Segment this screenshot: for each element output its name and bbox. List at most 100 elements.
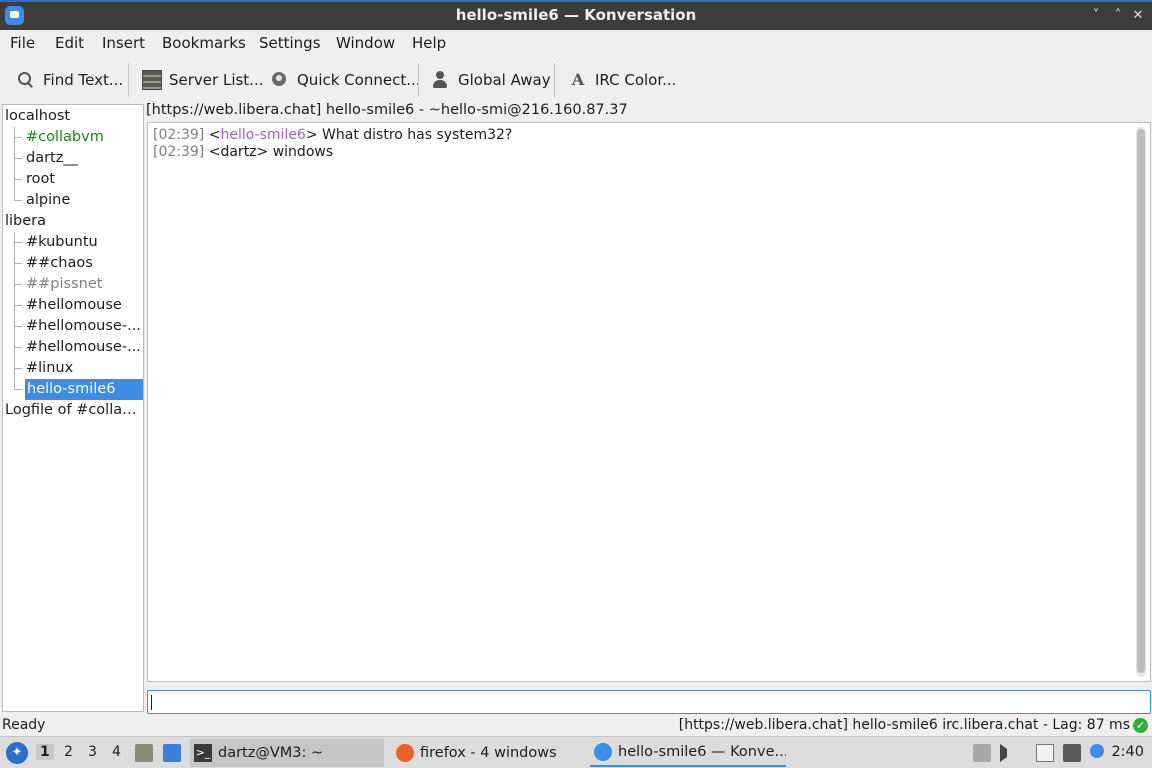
- tree-query-hello-smile6[interactable]: hello-smile6: [25, 379, 143, 400]
- toolbar: Find Text... Server List... Quick Connec…: [0, 60, 1152, 100]
- message-text: windows: [268, 144, 334, 160]
- notification-icon[interactable]: [1090, 744, 1104, 758]
- window-title: hello-smile6 — Konversation: [455, 6, 697, 24]
- tree-branch-line: [14, 305, 22, 306]
- tree-branch-line: [14, 137, 22, 138]
- font-color-icon: A: [571, 70, 585, 89]
- tree-query-dartz[interactable]: dartz__: [25, 148, 141, 169]
- chat-scrollbar[interactable]: [1136, 127, 1146, 677]
- status-bar: Ready [https://web.libera.chat] hello-sm…: [0, 716, 1152, 736]
- search-icon: [16, 70, 36, 90]
- menu-insert[interactable]: Insert: [102, 34, 145, 52]
- tree-server-localhost[interactable]: localhost: [5, 106, 141, 127]
- volume-icon[interactable]: [1000, 744, 1007, 762]
- tree-channel-linux[interactable]: #linux: [25, 358, 141, 379]
- tree-branch-line: [14, 263, 22, 264]
- server-list-button[interactable]: Server List...: [142, 66, 263, 94]
- toolbar-separator: [128, 63, 129, 97]
- tree-branch-line: [14, 200, 22, 201]
- workspace-3[interactable]: 3: [88, 744, 97, 760]
- workspace-2[interactable]: 2: [64, 744, 73, 760]
- topic-line: [https://web.libera.chat] hello-smile6 -…: [146, 102, 628, 118]
- tree-server-libera[interactable]: libera: [5, 211, 141, 232]
- tree-query-root[interactable]: root: [25, 169, 141, 190]
- tree-channel-hellomouse[interactable]: #hellomouse: [25, 295, 141, 316]
- message-nick[interactable]: hello-smile6: [220, 127, 305, 143]
- server-icon: [142, 70, 162, 90]
- toolbar-separator: [418, 63, 419, 97]
- task-firefox-label: firefox - 4 windows: [420, 745, 557, 761]
- find-text-label: Find Text...: [43, 71, 124, 89]
- chat-message: [02:39] <dartz> windows: [153, 144, 333, 160]
- tree-channel-chaos[interactable]: ##chaos: [25, 253, 141, 274]
- menu-help[interactable]: Help: [412, 34, 446, 52]
- tree-channel-collabvm[interactable]: #collabvm: [25, 127, 141, 148]
- clock[interactable]: 2:40: [1111, 744, 1144, 760]
- globe-icon: [270, 70, 290, 90]
- scrollbar-thumb[interactable]: [1137, 129, 1145, 673]
- tree-branch-line: [14, 284, 22, 285]
- start-menu-icon[interactable]: ✦: [6, 742, 28, 764]
- text-caret: [151, 695, 152, 710]
- taskbar: ✦ 1 2 3 4 >_ dartz@VM3: ~ firefox - 4 wi…: [0, 736, 1152, 768]
- tree-branch-line: [14, 179, 22, 180]
- message-input[interactable]: [147, 690, 1151, 714]
- menu-bar: File Edit Insert Bookmarks Settings Wind…: [0, 30, 1152, 56]
- nick-close-bracket: >: [256, 144, 269, 160]
- irc-color-button[interactable]: A IRC Color...: [568, 66, 677, 94]
- message-text: What distro has system32?: [317, 127, 513, 143]
- menu-settings[interactable]: Settings: [259, 34, 321, 52]
- menu-edit[interactable]: Edit: [55, 34, 84, 52]
- task-terminal-label: dartz@VM3: ~: [218, 745, 324, 761]
- tree-branch-line: [14, 158, 22, 159]
- menu-window[interactable]: Window: [336, 34, 395, 52]
- nick-close-bracket: >: [305, 127, 318, 143]
- server-channel-tree[interactable]: localhost #collabvm dartz__ root alpine …: [2, 104, 144, 712]
- clipboard-icon[interactable]: [973, 744, 991, 762]
- show-desktop-icon[interactable]: [163, 744, 181, 762]
- chat-message: [02:39] <hello-smile6> What distro has s…: [153, 127, 512, 143]
- task-terminal[interactable]: >_ dartz@VM3: ~: [190, 739, 384, 767]
- tree-branch-line: [14, 127, 15, 201]
- quick-connect-button[interactable]: Quick Connect...: [270, 66, 421, 94]
- chat-view[interactable]: [02:39] <hello-smile6> What distro has s…: [147, 122, 1151, 682]
- tree-branch-line: [14, 347, 22, 348]
- tree-branch-line: [14, 242, 22, 243]
- maximize-button[interactable]: ˄: [1108, 5, 1128, 27]
- user-away-icon: [431, 70, 451, 90]
- workspace-1[interactable]: 1: [36, 744, 54, 760]
- find-text-button[interactable]: Find Text...: [16, 66, 123, 94]
- firefox-icon: [396, 744, 414, 762]
- minimize-button[interactable]: ˅: [1086, 5, 1106, 27]
- notes-icon[interactable]: [1036, 744, 1054, 762]
- status-ready: Ready: [2, 717, 46, 733]
- status-connection-info: [https://web.libera.chat] hello-smile6 i…: [678, 717, 1130, 733]
- message-nick[interactable]: dartz: [220, 144, 256, 160]
- task-konversation-label: hello-smile6 — Konve...: [618, 744, 786, 760]
- message-timestamp: [02:39]: [153, 144, 205, 160]
- irc-color-label: IRC Color...: [595, 71, 677, 89]
- menu-file[interactable]: File: [10, 34, 35, 52]
- message-timestamp: [02:39]: [153, 127, 205, 143]
- network-icon[interactable]: [1063, 744, 1081, 762]
- nick-open-bracket: <: [204, 127, 221, 143]
- quick-connect-label: Quick Connect...: [297, 71, 421, 89]
- tree-channel-hellomouse-2[interactable]: #hellomouse-...: [25, 316, 141, 337]
- tree-channel-kubuntu[interactable]: #kubuntu: [25, 232, 141, 253]
- tree-channel-hellomouse-3[interactable]: #hellomouse-...: [25, 337, 141, 358]
- workspace-4[interactable]: 4: [112, 744, 121, 760]
- global-away-button[interactable]: Global Away: [431, 66, 551, 94]
- server-list-label: Server List...: [169, 71, 264, 89]
- tree-logfile-collabvm[interactable]: Logfile of #collab...: [5, 400, 141, 421]
- tree-channel-pissnet[interactable]: ##pissnet: [25, 274, 141, 295]
- file-manager-icon[interactable]: [135, 744, 153, 762]
- tree-query-alpine[interactable]: alpine: [25, 190, 141, 211]
- task-firefox[interactable]: firefox - 4 windows: [392, 739, 582, 767]
- terminal-icon: >_: [194, 744, 212, 762]
- close-button[interactable]: ✕: [1128, 5, 1148, 27]
- tree-branch-line: [14, 389, 22, 390]
- nick-open-bracket: <: [204, 144, 221, 160]
- menu-bookmarks[interactable]: Bookmarks: [162, 34, 246, 52]
- task-konversation[interactable]: hello-smile6 — Konve...: [590, 739, 786, 767]
- tree-branch-line: [14, 232, 15, 390]
